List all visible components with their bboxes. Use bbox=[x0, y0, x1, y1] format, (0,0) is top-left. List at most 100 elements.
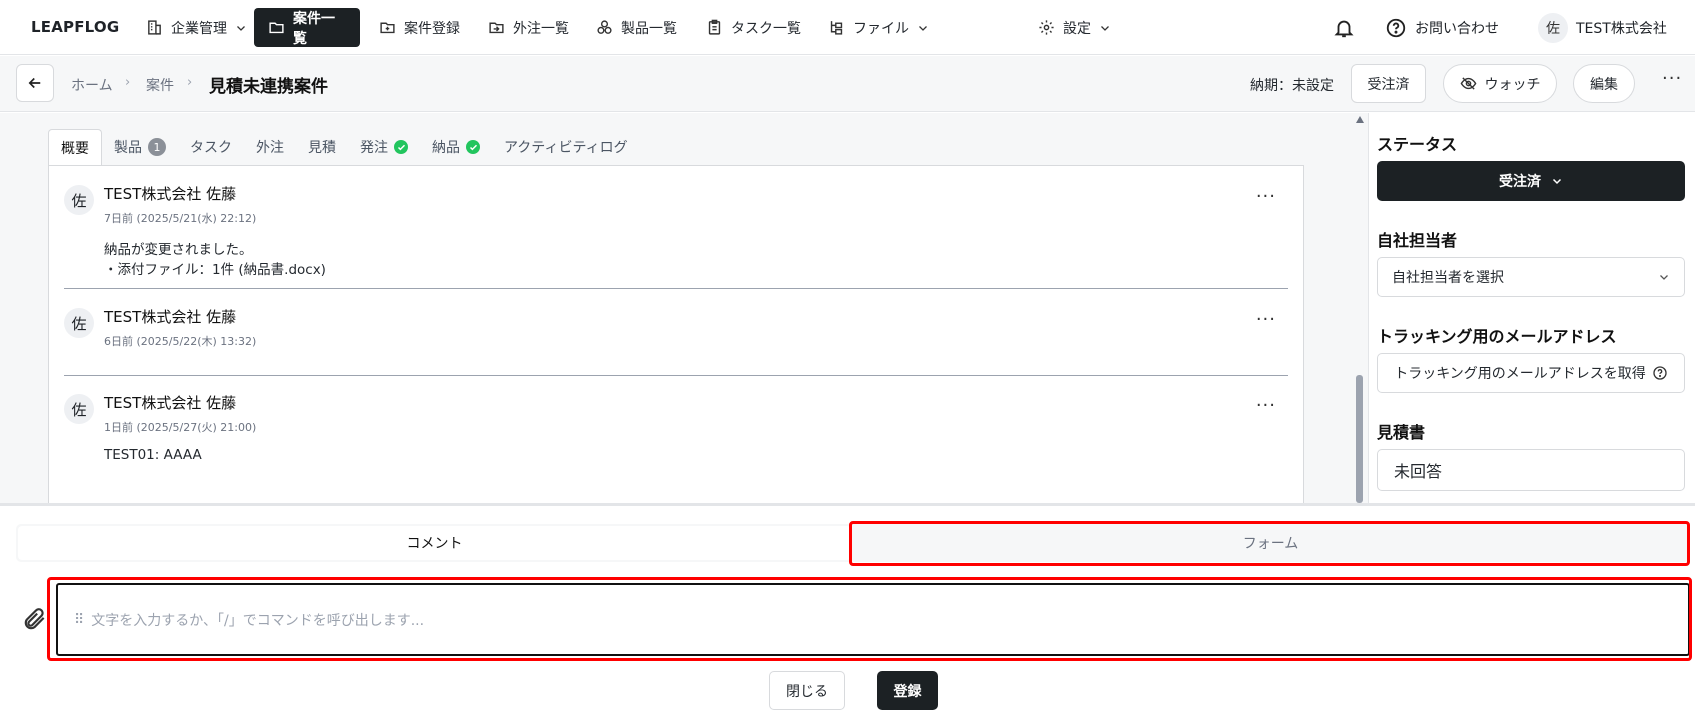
notifications-button[interactable] bbox=[1333, 8, 1355, 47]
entry-menu-icon[interactable]: ··· bbox=[1256, 186, 1276, 207]
tab-label: 納品 bbox=[432, 140, 460, 156]
scroll-thumb[interactable] bbox=[1356, 375, 1363, 503]
help-chat-icon bbox=[1386, 18, 1406, 37]
tracking-button-label: トラッキング用のメールアドレスを取得 bbox=[1394, 366, 1646, 382]
tab-label: タスク bbox=[190, 140, 232, 156]
close-button[interactable]: 閉じる bbox=[769, 671, 845, 710]
edit-button[interactable]: 編集 bbox=[1573, 64, 1635, 103]
activity-time: 7日前 (2025/5/21(水) 22:12) bbox=[104, 212, 257, 225]
tab-overview[interactable]: 概要 bbox=[48, 129, 102, 165]
nav-label: 案件一覧 bbox=[293, 10, 335, 47]
chevron-down-icon bbox=[1552, 178, 1562, 185]
activity-entry: 佐 TEST株式会社 佐藤 6日前 (2025/5/22(木) 13:32) ·… bbox=[64, 289, 1288, 376]
comment-editor[interactable]: ⠿ 文字を入力するか、「/」でコマンドを呼び出します... bbox=[56, 583, 1690, 656]
nav-label: 企業管理 bbox=[171, 20, 227, 37]
activity-time: 6日前 (2025/5/22(木) 13:32) bbox=[104, 335, 257, 348]
drag-handle-icon[interactable]: ⠿ bbox=[74, 612, 84, 628]
tracking-title: トラッキング用のメールアドレス bbox=[1377, 327, 1617, 346]
boxes-icon bbox=[597, 20, 612, 34]
folder-arrow-icon bbox=[489, 22, 504, 34]
tab-bar: 概要 製品 1 タスク 外注 見積 発注 納品 アクティビティログ bbox=[48, 129, 640, 165]
scroll-up-arrow-icon[interactable] bbox=[1356, 116, 1364, 123]
tab-form[interactable]: フォーム bbox=[851, 524, 1690, 562]
tab-label: フォーム bbox=[1242, 536, 1299, 552]
assignee-placeholder: 自社担当者を選択 bbox=[1392, 270, 1504, 286]
nav-label: 案件登録 bbox=[404, 20, 460, 37]
nav-project-register[interactable]: 案件登録 bbox=[365, 8, 474, 47]
activity-author: TEST株式会社 佐藤 bbox=[104, 308, 237, 326]
submit-label: 登録 bbox=[893, 683, 922, 700]
nav-company-management[interactable]: 企業管理 bbox=[132, 8, 261, 47]
tab-label: 見積 bbox=[308, 140, 336, 156]
folder-plus-icon bbox=[380, 22, 395, 34]
tab-order[interactable]: 発注 bbox=[348, 129, 420, 165]
tab-tasks[interactable]: タスク bbox=[178, 129, 244, 165]
nav-project-list[interactable]: 案件一覧 bbox=[254, 8, 360, 47]
nav-task-list[interactable]: タスク一覧 bbox=[692, 8, 815, 47]
status-dropdown[interactable]: 受注済 bbox=[1377, 161, 1685, 201]
tab-label: 概要 bbox=[61, 140, 89, 157]
more-options-icon[interactable]: ··· bbox=[1662, 68, 1682, 89]
tab-estimate[interactable]: 見積 bbox=[296, 129, 348, 165]
tab-delivery[interactable]: 納品 bbox=[420, 129, 492, 165]
nav-files[interactable]: ファイル bbox=[814, 8, 943, 47]
nav-settings[interactable]: 設定 bbox=[1024, 8, 1125, 47]
avatar: 佐 bbox=[64, 394, 94, 424]
tab-comment[interactable]: コメント bbox=[18, 526, 851, 560]
breadcrumb-separator: › bbox=[125, 75, 131, 90]
paperclip-icon[interactable] bbox=[22, 606, 48, 632]
watch-button[interactable]: ウォッチ bbox=[1443, 64, 1557, 103]
estimate-status[interactable]: 未回答 bbox=[1377, 449, 1685, 491]
file-tree-icon bbox=[830, 21, 843, 35]
page-title: 見積未連携案件 bbox=[209, 77, 328, 97]
tab-products[interactable]: 製品 1 bbox=[102, 129, 178, 165]
watch-label: ウォッチ bbox=[1484, 76, 1541, 93]
avatar: 佐 bbox=[1538, 12, 1568, 43]
help-circle-icon bbox=[1653, 366, 1667, 380]
estimate-value: 未回答 bbox=[1394, 462, 1443, 481]
tab-outsource[interactable]: 外注 bbox=[244, 129, 296, 165]
details-sidebar: ステータス 受注済 自社担当者 自社担当者を選択 トラッキング用のメールアドレス… bbox=[1368, 113, 1695, 503]
check-circle-icon bbox=[466, 140, 480, 154]
deadline-label: 納期：未設定 bbox=[1250, 78, 1334, 94]
count-badge: 1 bbox=[148, 138, 166, 156]
entry-menu-icon[interactable]: ··· bbox=[1256, 395, 1276, 416]
nav-label: 設定 bbox=[1063, 20, 1091, 37]
nav-outsource-list[interactable]: 外注一覧 bbox=[474, 8, 583, 47]
back-button[interactable] bbox=[16, 64, 54, 102]
breadcrumb-home[interactable]: ホーム bbox=[71, 75, 113, 95]
app-logo[interactable]: LEAPFLOG bbox=[31, 18, 119, 36]
breadcrumb-projects[interactable]: 案件 bbox=[146, 75, 174, 95]
activity-author: TEST株式会社 佐藤 bbox=[104, 185, 237, 203]
tab-label: コメント bbox=[406, 536, 463, 552]
activity-entry: 佐 TEST株式会社 佐藤 7日前 (2025/5/21(水) 22:12) ·… bbox=[64, 166, 1288, 298]
contact-button[interactable]: お問い合わせ bbox=[1385, 8, 1499, 47]
chevron-down-icon bbox=[237, 25, 245, 31]
avatar: 佐 bbox=[64, 185, 94, 215]
close-label: 閉じる bbox=[786, 683, 828, 700]
submit-button[interactable]: 登録 bbox=[877, 671, 938, 710]
estimate-title: 見積書 bbox=[1377, 423, 1426, 442]
assignee-select[interactable]: 自社担当者を選択 bbox=[1377, 257, 1685, 297]
nav-label: ファイル bbox=[853, 20, 909, 37]
main-scrollbar[interactable] bbox=[1353, 113, 1366, 503]
entry-menu-icon[interactable]: ··· bbox=[1256, 309, 1276, 330]
check-circle-icon bbox=[394, 140, 408, 154]
status-button[interactable]: 受注済 bbox=[1351, 64, 1426, 103]
nav-label: 外注一覧 bbox=[513, 20, 569, 37]
user-menu[interactable]: 佐 TEST株式会社 bbox=[1538, 8, 1667, 47]
activity-body: TEST01: AAAA bbox=[104, 445, 202, 465]
contact-label: お問い合わせ bbox=[1415, 20, 1499, 37]
get-tracking-email-button[interactable]: トラッキング用のメールアドレスを取得 bbox=[1377, 353, 1685, 393]
tab-label: アクティビティログ bbox=[504, 140, 628, 156]
tab-activity-log[interactable]: アクティビティログ bbox=[492, 129, 640, 165]
activity-line: 納品が変更されました。 bbox=[104, 242, 253, 258]
bell-icon bbox=[1334, 20, 1354, 37]
edit-label: 編集 bbox=[1590, 76, 1618, 93]
nav-label: 製品一覧 bbox=[621, 20, 677, 37]
activity-entry: 佐 TEST株式会社 佐藤 1日前 (2025/5/27(火) 21:00) ·… bbox=[64, 375, 1288, 503]
tab-label: 発注 bbox=[360, 140, 388, 156]
arrow-left-icon bbox=[28, 77, 41, 89]
activity-author: TEST株式会社 佐藤 bbox=[104, 394, 237, 412]
nav-product-list[interactable]: 製品一覧 bbox=[582, 8, 691, 47]
